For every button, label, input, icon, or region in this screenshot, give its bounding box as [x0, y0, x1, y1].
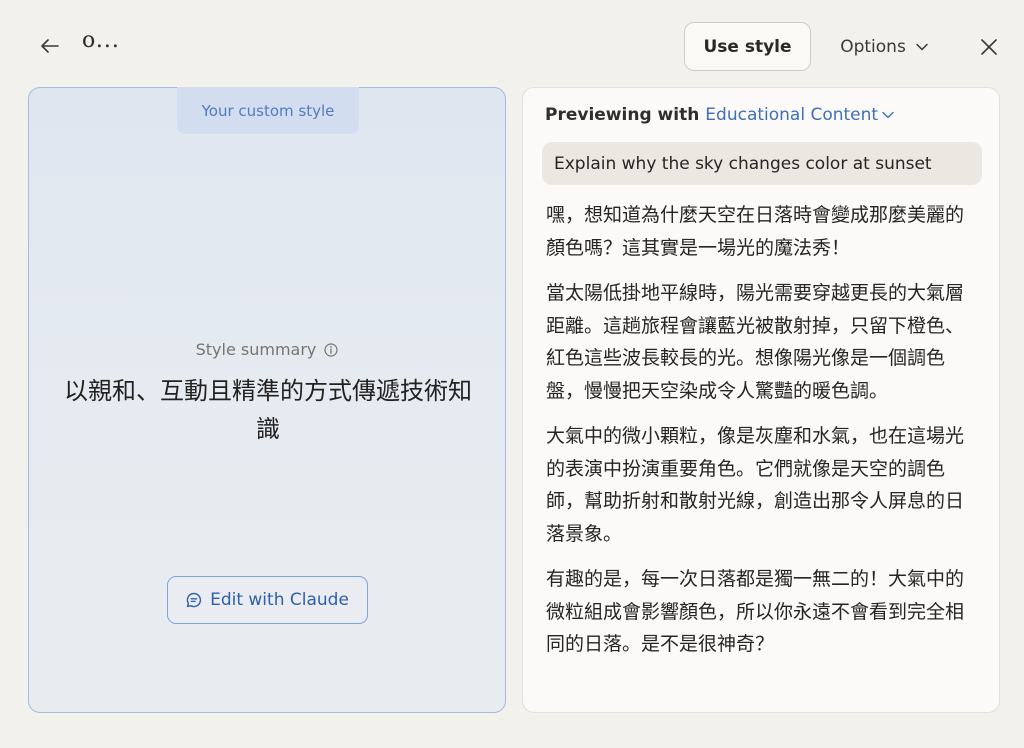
response-paragraph: 當太陽低掛地平線時，陽光需要穿越更長的大氣層距離。這趟旅程會讓藍光被散射掉，只留… [546, 282, 965, 402]
prompt-message: Explain why the sky changes color at sun… [542, 142, 982, 185]
chat-bubble-icon [186, 592, 202, 608]
chevron-down-icon [882, 111, 894, 119]
preview-header: Previewing with Educational Content [545, 105, 894, 125]
custom-style-tab: Your custom style [177, 87, 359, 134]
style-title: o... [82, 28, 120, 53]
options-label: Options [840, 36, 906, 57]
preview-content-select[interactable]: Educational Content [705, 105, 894, 125]
options-button[interactable]: Options [822, 22, 946, 71]
close-icon [981, 39, 997, 55]
close-button[interactable] [974, 32, 1004, 62]
style-summary-text: 以親和、互動且精準的方式傳遞技術知識 [64, 377, 472, 443]
use-style-button[interactable]: Use style [684, 22, 811, 71]
arrow-left-icon [41, 39, 59, 53]
style-summary-heading: Style summary [195, 340, 317, 359]
edit-with-claude-label: Edit with Claude [210, 590, 349, 610]
response-paragraph: 有趣的是，每一次日落都是獨一無二的！大氣中的微粒組成會影響顏色，所以你永遠不會看… [546, 568, 965, 655]
style-dialog: o... Use style Options Your custom style… [0, 0, 1024, 748]
response-paragraph: 嘿，想知道為什麼天空在日落時會變成那麼美麗的顏色嗎？這其實是一場光的魔法秀！ [546, 204, 965, 259]
chevron-down-icon [916, 43, 928, 50]
preview-selection-label: Educational Content [705, 105, 879, 125]
edit-with-claude-button[interactable]: Edit with Claude [167, 576, 368, 624]
previewing-label: Previewing with [545, 105, 700, 125]
back-button[interactable] [36, 32, 64, 60]
custom-style-panel: Your custom style Style summary 以親和、互動且精… [28, 87, 506, 713]
response-message: 嘿，想知道為什麼天空在日落時會變成那麼美麗的顏色嗎？這其實是一場光的魔法秀！ 當… [546, 199, 982, 674]
style-summary-label: Style summary [29, 340, 505, 359]
info-icon[interactable] [324, 342, 338, 357]
preview-panel: Previewing with Educational Content Expl… [522, 87, 1000, 713]
response-paragraph: 大氣中的微小顆粒，像是灰塵和水氣，也在這場光的表演中扮演重要角色。它們就像是天空… [546, 425, 965, 545]
